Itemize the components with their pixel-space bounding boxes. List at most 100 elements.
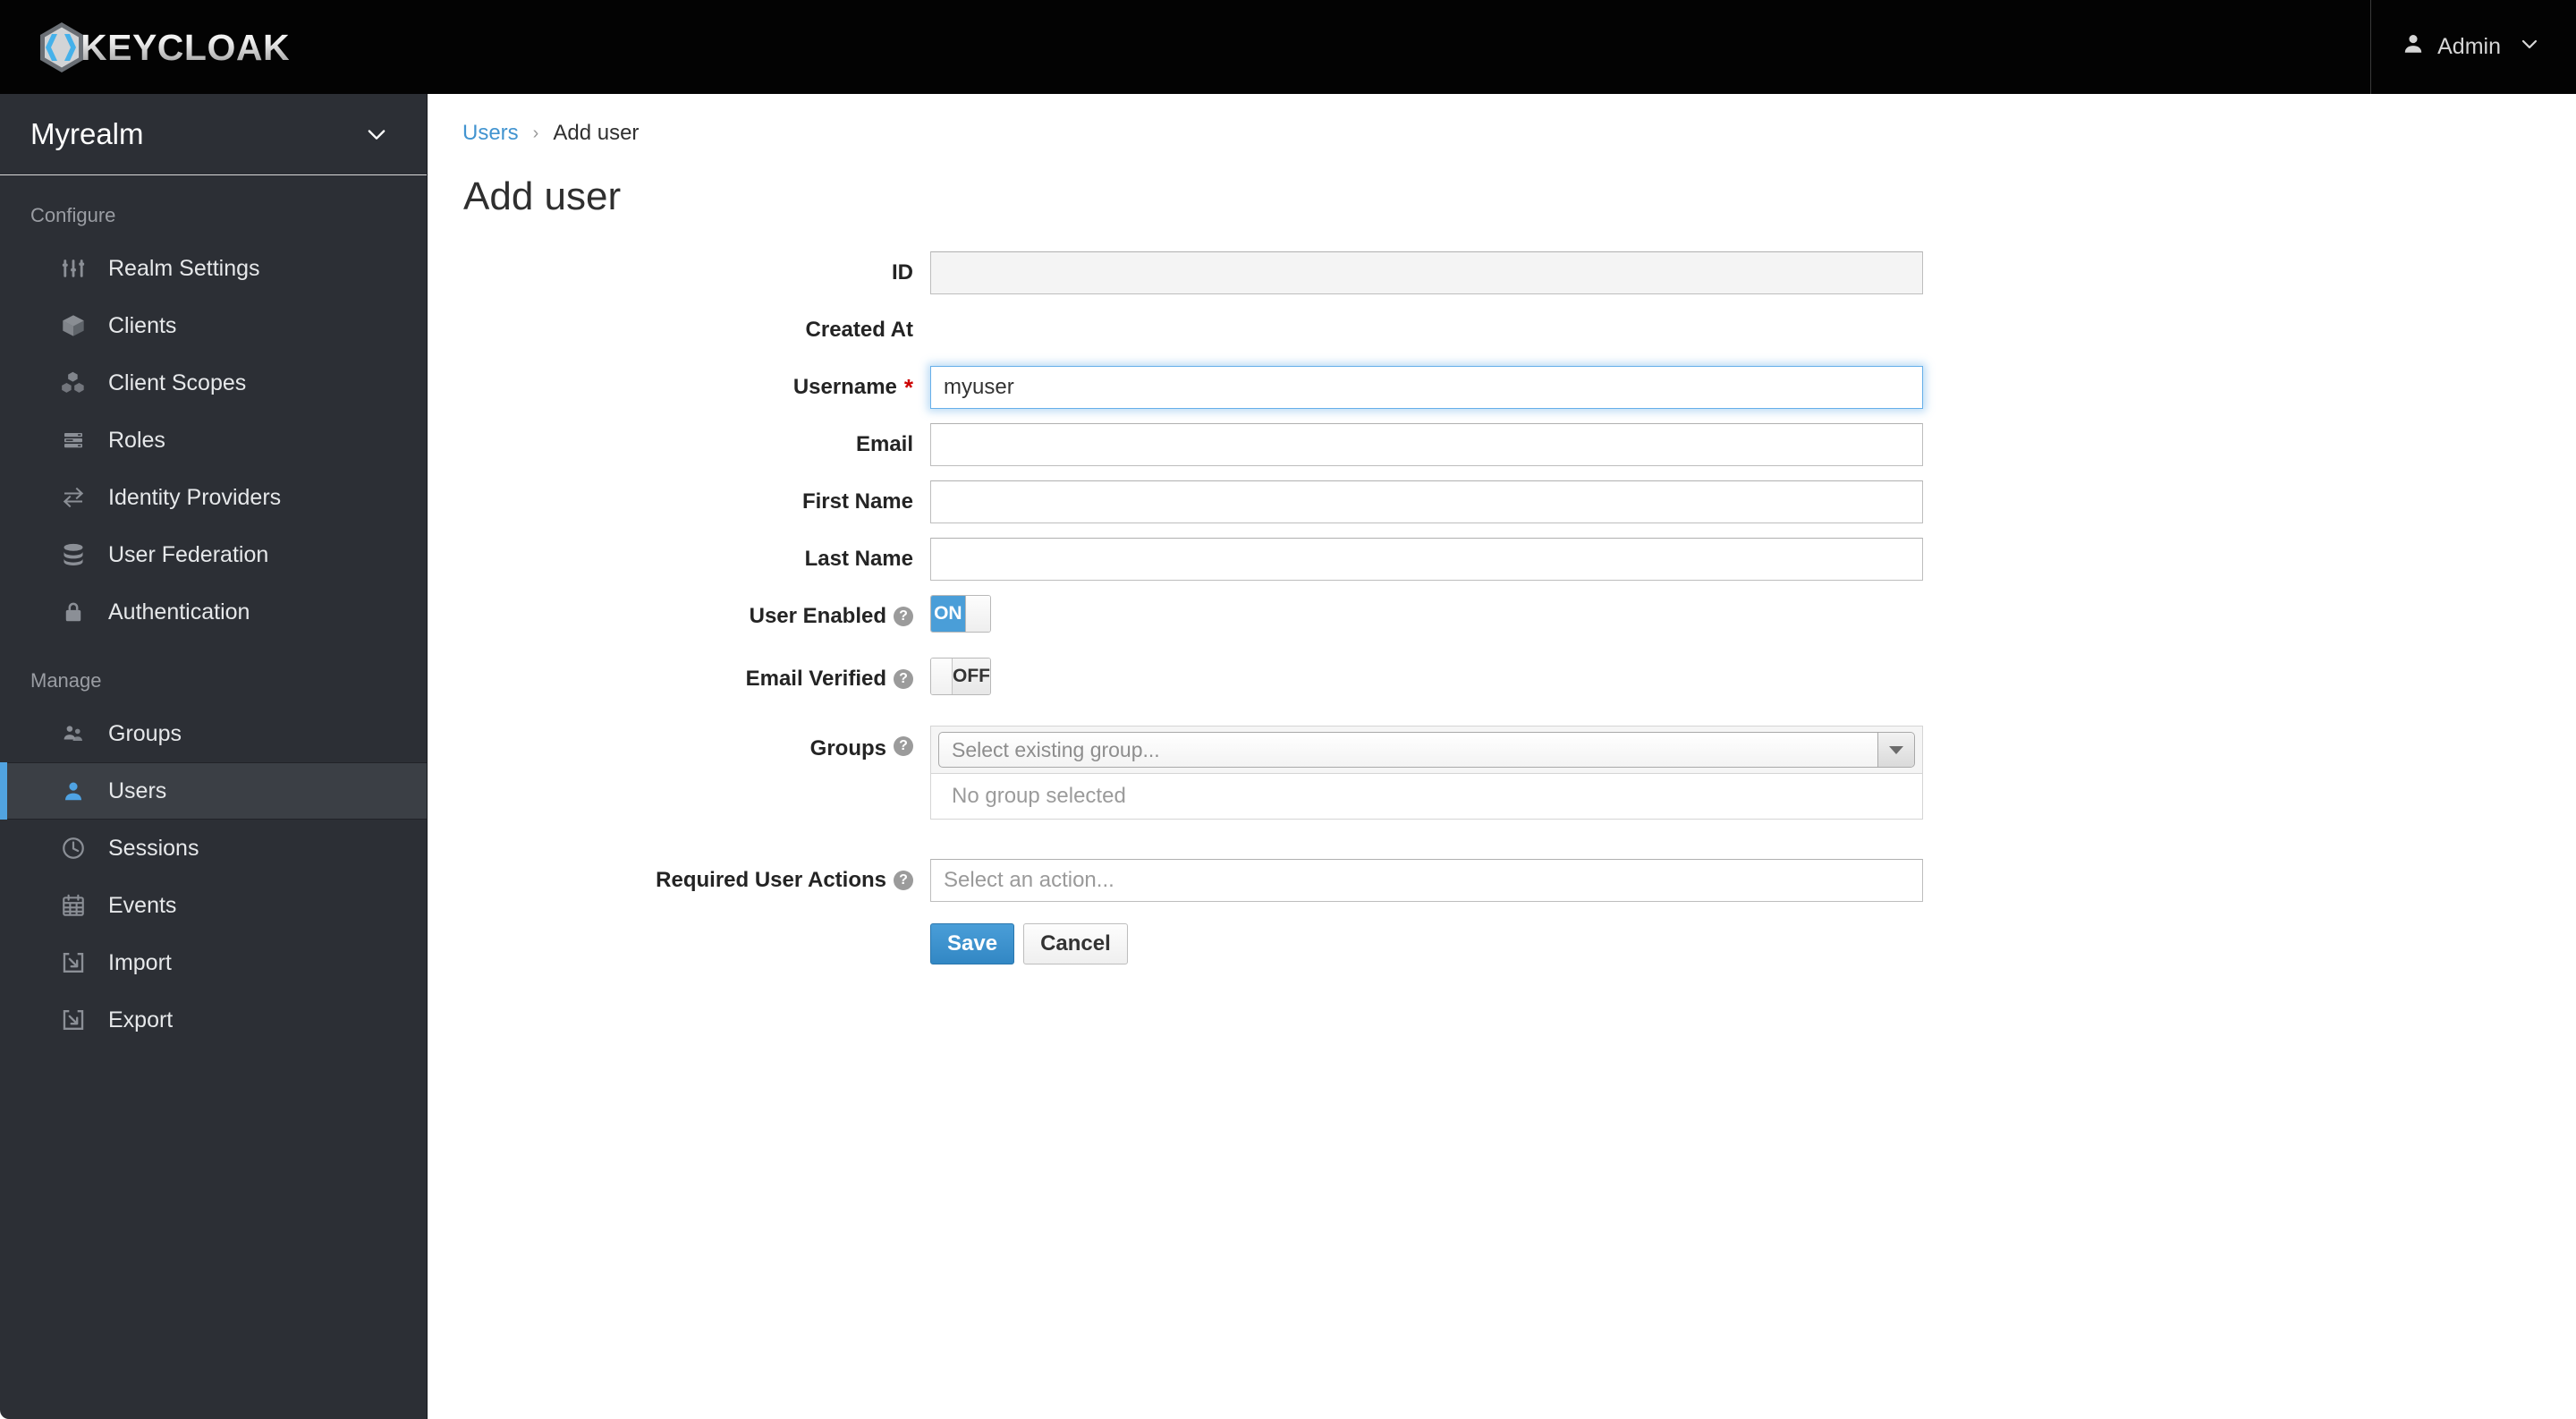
id-input [930, 251, 1923, 294]
realm-selector[interactable]: Myrealm [0, 94, 427, 175]
list-rows-icon [58, 427, 89, 454]
groups-panel-header: Select existing group... [931, 726, 1922, 774]
exchange-arrows-icon [58, 484, 89, 511]
sidebar-item-identity-providers[interactable]: Identity Providers [0, 469, 427, 526]
username-label: Username * [428, 366, 930, 409]
form-actions: Save Cancel [930, 923, 1923, 964]
cube-icon [58, 312, 89, 339]
form-row-username: Username * [428, 366, 2576, 409]
email-input[interactable] [930, 423, 1923, 466]
sidebar-item-label: Sessions [108, 835, 199, 861]
email-verified-toggle[interactable]: OFF [930, 658, 991, 695]
required-user-actions-label: Required User Actions ? [428, 859, 930, 902]
form-row-groups: Groups ? Select existing group... No gro… [428, 726, 2576, 820]
user-enabled-toggle-label: ON [931, 596, 965, 632]
add-user-form: ID Created At Username * Email [428, 251, 2576, 964]
sidebar-item-user-federation[interactable]: User Federation [0, 526, 427, 583]
clock-icon [58, 835, 89, 862]
email-label: Email [855, 432, 913, 456]
sidebar-item-label: Export [108, 1007, 174, 1032]
created-at-value [930, 309, 1923, 352]
sidebar-item-label: Groups [108, 720, 182, 746]
export-arrow-icon [58, 1007, 89, 1033]
sliders-icon [58, 255, 89, 282]
breadcrumb-separator: › [532, 123, 539, 143]
import-arrow-icon [58, 949, 89, 976]
users-group-icon [58, 720, 89, 747]
user-enabled-label-text: User Enabled [749, 604, 886, 628]
username-input[interactable] [930, 366, 1923, 409]
brand-logo-link[interactable]: KEYCLOAK [34, 0, 290, 94]
brand-name: KEYCLOAK [80, 27, 291, 68]
help-circle-icon[interactable]: ? [894, 736, 913, 756]
email-verified-label-text: Email Verified [745, 667, 886, 691]
caret-down-icon[interactable] [1877, 733, 1914, 767]
sidebar-item-label: Import [108, 949, 172, 975]
keycloak-hexagon-logo-icon [34, 20, 89, 75]
sidebar-item-events[interactable]: Events [0, 877, 427, 934]
page-title: Add user [463, 174, 622, 218]
sidebar-item-import[interactable]: Import [0, 934, 427, 991]
form-row-last-name: Last Name [428, 538, 2576, 581]
email-verified-label: Email Verified ? [428, 658, 930, 701]
required-user-actions-input[interactable] [930, 859, 1923, 902]
cancel-button[interactable]: Cancel [1023, 923, 1128, 964]
sidebar-item-realm-settings[interactable]: Realm Settings [0, 240, 427, 297]
sidebar-section-manage: Manage [30, 669, 102, 692]
sidebar-item-clients[interactable]: Clients [0, 297, 427, 354]
main-content: Users › Add user Add user ID Created At … [428, 94, 2576, 1419]
form-row-email: Email [428, 423, 2576, 466]
sidebar-section-configure: Configure [30, 204, 116, 226]
sidebar-item-groups[interactable]: Groups [0, 705, 427, 762]
header-user-menu[interactable]: Admin [2370, 0, 2576, 94]
created-at-label: Created At [805, 318, 913, 342]
sidebar-item-label: Realm Settings [108, 255, 260, 281]
sidebar-item-label: Identity Providers [108, 484, 282, 510]
username-label-text: Username [792, 375, 897, 399]
lock-icon [58, 599, 89, 625]
form-row-user-enabled: User Enabled ? ON [428, 595, 2576, 638]
breadcrumb-users-link[interactable]: Users [462, 121, 519, 146]
calendar-icon [58, 892, 89, 919]
user-enabled-toggle-knob [964, 596, 990, 632]
user-enabled-toggle[interactable]: ON [930, 595, 991, 633]
sidebar-item-authentication[interactable]: Authentication [0, 583, 427, 641]
header-user-label: Admin [2437, 34, 2501, 59]
user-icon [2402, 32, 2425, 62]
sidebar-item-label: Events [108, 892, 177, 918]
cubes-icon [58, 370, 89, 396]
last-name-input[interactable] [930, 538, 1923, 581]
chevron-down-icon [364, 122, 389, 147]
groups-panel: Select existing group... No group select… [930, 726, 1923, 820]
form-row-created-at: Created At [428, 309, 2576, 352]
groups-label: Groups ? [428, 726, 930, 769]
help-circle-icon[interactable]: ? [894, 607, 913, 626]
group-select-dropdown[interactable]: Select existing group... [938, 732, 1915, 768]
sidebar-item-label: Users [108, 777, 167, 803]
form-row-email-verified: Email Verified ? OFF [428, 658, 2576, 701]
user-icon [58, 777, 89, 804]
last-name-label: Last Name [804, 547, 913, 571]
sidebar-item-label: Client Scopes [108, 370, 247, 395]
sidebar-item-client-scopes[interactable]: Client Scopes [0, 354, 427, 412]
help-circle-icon[interactable]: ? [894, 669, 913, 689]
help-circle-icon[interactable]: ? [894, 871, 913, 890]
sidebar-navigation: Myrealm Configure Realm Settings Clients [0, 94, 428, 1419]
sidebar-item-roles[interactable]: Roles [0, 412, 427, 469]
realm-name: Myrealm [30, 117, 144, 150]
sidebar-item-export[interactable]: Export [0, 991, 427, 1049]
sidebar-item-label: User Federation [108, 541, 269, 567]
chevron-down-icon [2519, 33, 2540, 61]
required-indicator: * [903, 373, 913, 401]
sidebar-item-label: Authentication [108, 599, 250, 625]
save-button[interactable]: Save [930, 923, 1015, 964]
database-icon [58, 541, 89, 568]
groups-empty-text: No group selected [952, 784, 1126, 808]
first-name-label: First Name [801, 489, 913, 514]
sidebar-item-sessions[interactable]: Sessions [0, 820, 427, 877]
sidebar-item-users[interactable]: Users [0, 762, 427, 820]
required-user-actions-label-text: Required User Actions [656, 868, 886, 892]
breadcrumb: Users › Add user [428, 94, 2576, 146]
first-name-input[interactable] [930, 480, 1923, 523]
groups-label-text: Groups [809, 736, 886, 760]
